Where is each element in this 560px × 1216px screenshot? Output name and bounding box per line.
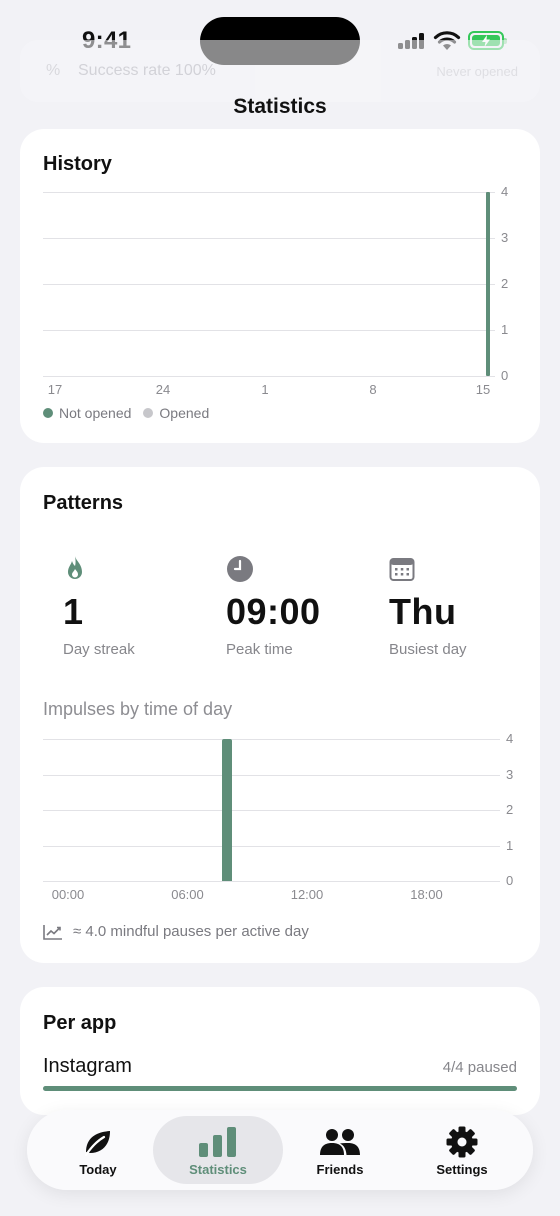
per-app-title: Per app [43,1012,117,1034]
legend-dot [43,408,53,418]
y-tick-label: 4 [501,184,509,199]
tab-label: Statistics [189,1162,247,1177]
trend-chart-icon [43,924,62,940]
y-tick-label: 0 [506,873,514,888]
tab-statistics[interactable]: Statistics [153,1116,283,1184]
x-tick-label: 24 [155,382,171,397]
grid-line [43,845,500,847]
x-tick-label: 1 [261,382,269,397]
app-progress-bar [43,1086,517,1091]
y-tick-label: 0 [501,368,509,383]
stat-busiest-day: Thu Busiest day [389,555,539,658]
patterns-title: Patterns [43,492,124,514]
tab-friends[interactable]: Friends [275,1116,405,1184]
history-legend: Not opened Opened [43,405,221,421]
app-name: Instagram [43,1055,132,1077]
grid-line [43,330,495,331]
flame-icon [63,555,213,583]
history-card: History 0 1 2 3 4 17 24 1 8 15 Not opened Opened [20,129,540,443]
per-app-card: Per app Instagram 4/4 paused [20,987,540,1115]
y-tick-label: 2 [501,276,509,291]
grid-line [43,810,500,811]
footnote-text: ≈ 4.0 mindful pauses per active day [73,923,309,940]
x-tick-label: 12:00 [290,887,324,902]
x-tick-label: 18:00 [410,887,443,902]
y-tick-label: 3 [506,766,514,782]
clock-icon [226,555,376,583]
legend-dot [143,408,154,418]
y-tick-label: 1 [501,322,509,337]
legend-label: Opened [159,405,210,421]
grid-line [43,192,495,193]
grid-line [43,238,495,239]
tab-today[interactable]: Today [33,1116,163,1184]
tab-label: Today [79,1162,117,1177]
percent-icon: % [46,62,61,79]
people-icon [319,1126,361,1158]
history-title: History [43,153,112,175]
x-tick-label: 06:00 [171,887,204,902]
stat-value: Thu [389,591,457,632]
tab-label: Settings [436,1162,488,1177]
x-tick-label: 15 [475,382,491,397]
y-tick-label: 1 [506,837,514,853]
legend-label: Not opened [59,405,132,421]
impulses-chart-title: Impulses by time of day [43,699,233,719]
stat-day-streak: 1 Day streak [63,555,213,658]
tab-bar: Today Statistics Friends Settings [27,1110,533,1190]
calendar-icon [389,555,539,583]
grid-line [43,284,495,285]
bar-chart-icon [199,1126,237,1158]
tab-label: Friends [316,1162,364,1177]
legend-item-opened: Opened [143,405,209,421]
grid-line [43,881,500,882]
grid-line [43,739,500,740]
stat-label: Busiest day [389,641,467,658]
x-tick-label: 17 [47,382,63,397]
stat-peak-time: 09:00 Peak time [226,555,376,658]
gear-icon [446,1126,478,1158]
app-progress-fill [43,1086,517,1091]
stat-label: Day streak [63,641,135,658]
x-tick-label: 8 [369,382,377,397]
grid-line [43,774,500,776]
page-title: Statistics [233,95,327,118]
grid-line [43,376,495,377]
scrolled-card-text: Success rate 100% [78,62,216,79]
impulse-bar [222,739,233,881]
y-tick-label: 3 [501,230,509,245]
tab-settings[interactable]: Settings [397,1116,527,1184]
scrolled-card-right-text: Never opened [436,64,518,79]
stat-value: 1 [63,591,84,632]
y-tick-label: 4 [506,731,514,746]
x-tick-label: 00:00 [51,887,85,902]
stat-value: 09:00 [226,591,321,632]
stat-label: Peak time [226,641,293,658]
patterns-card: Patterns 1 Day streak 09:00 Peak time Th… [20,467,540,963]
legend-item-not-opened: Not opened [43,405,131,421]
scrolled-card: % Success rate 100% Never opened [20,40,540,102]
history-bar [486,192,490,376]
y-tick-label: 2 [506,802,514,817]
pauses-footnote: ≈ 4.0 mindful pauses per active day [43,923,309,940]
app-status: 4/4 paused [442,1059,517,1076]
leaf-icon [82,1126,114,1158]
